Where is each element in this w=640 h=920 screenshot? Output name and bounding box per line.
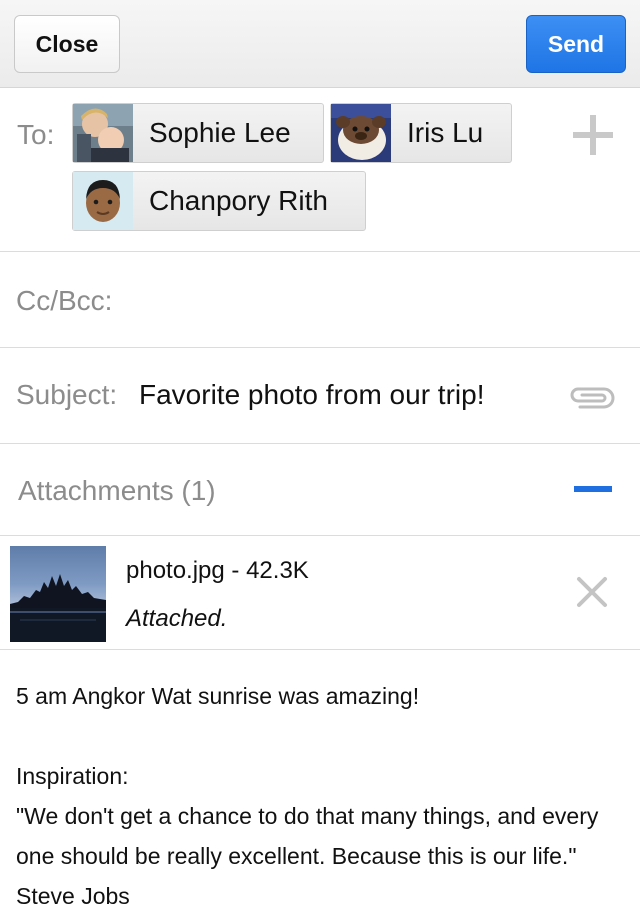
close-button[interactable]: Close <box>14 15 120 73</box>
attachment-status: Attached. <box>126 605 228 632</box>
recipient-chip-iris-lu[interactable]: Iris Lu <box>330 103 512 163</box>
recipient-name: Sophie Lee <box>149 117 291 148</box>
subject-label: Subject: <box>16 379 118 410</box>
recipient-avatar <box>331 104 391 162</box>
attachments-label: Attachments (1) <box>18 475 216 506</box>
remove-attachment-close-icon[interactable] <box>576 576 608 608</box>
to-field[interactable]: To: Sophie Lee Iris Lu Chanpory Rith <box>0 88 640 252</box>
to-label: To: <box>17 119 55 150</box>
recipient-name: Iris Lu <box>407 117 484 148</box>
recipient-avatar <box>73 104 133 162</box>
attachment-file-name: photo.jpg - 42.3K <box>126 557 309 584</box>
compose-toolbar: Close Send <box>0 0 640 88</box>
cc-bcc-field[interactable]: Cc/Bcc: <box>0 252 640 348</box>
collapse-minus-icon[interactable] <box>574 486 612 492</box>
add-recipient-plus-icon[interactable] <box>573 115 613 155</box>
recipient-avatar <box>73 172 133 230</box>
recipient-name: Chanpory Rith <box>149 185 328 216</box>
message-body[interactable]: 5 am Angkor Wat sunrise was amazing! Ins… <box>16 676 628 916</box>
cc-bcc-label: Cc/Bcc: <box>16 285 113 316</box>
recipient-chip-chanpory-rith[interactable]: Chanpory Rith <box>72 171 366 231</box>
send-button[interactable]: Send <box>526 15 626 73</box>
paperclip-icon[interactable] <box>566 383 616 413</box>
recipient-chip-sophie-lee[interactable]: Sophie Lee <box>72 103 324 163</box>
attachments-header[interactable]: Attachments (1) <box>0 444 640 536</box>
attachment-thumbnail[interactable] <box>10 546 106 642</box>
subject-input[interactable]: Favorite photo from our trip! <box>139 379 484 411</box>
